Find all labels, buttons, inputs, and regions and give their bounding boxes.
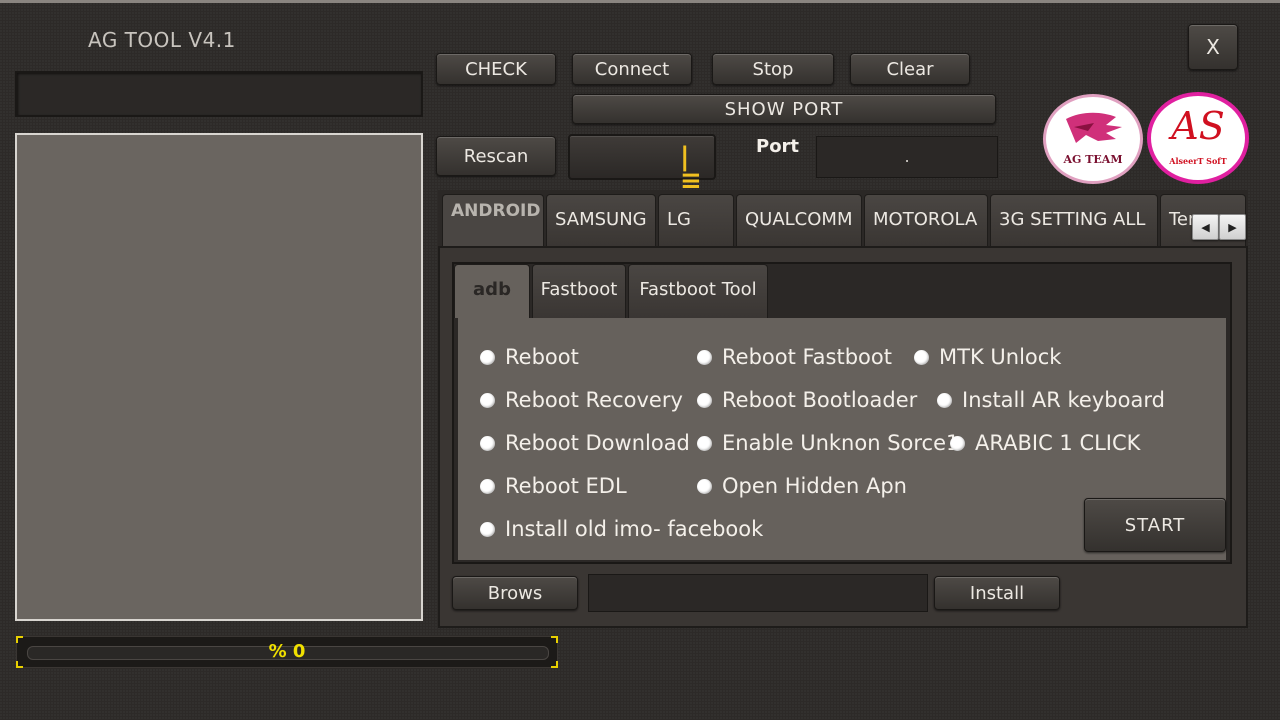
radio-icon xyxy=(480,435,495,451)
eagle-icon xyxy=(1066,112,1122,143)
start-button[interactable]: START xyxy=(1084,498,1226,552)
subtab-fastboot-tool[interactable]: Fastboot Tool xyxy=(628,264,768,318)
option-label: Reboot Recovery xyxy=(505,388,683,412)
option-open-hidden-apn[interactable]: Open Hidden Apn xyxy=(697,474,907,498)
rescan-button[interactable]: Rescan xyxy=(436,136,556,176)
progress-label: % 0 xyxy=(268,641,306,662)
stop-button[interactable]: Stop xyxy=(712,53,834,85)
ag-team-logo: AG TEAM xyxy=(1043,94,1143,184)
radio-icon xyxy=(914,349,929,365)
tab-samsung[interactable]: SAMSUNG xyxy=(546,194,656,246)
option-enable-unknown-source[interactable]: Enable Unknon Sorce1 xyxy=(697,431,959,455)
tab-qualcomm[interactable]: QUALCOMM xyxy=(736,194,862,246)
as-logo: AS AlseerT SofT xyxy=(1147,92,1249,184)
option-label: Reboot Bootloader xyxy=(722,388,918,412)
check-button[interactable]: CHECK xyxy=(436,53,556,85)
progress-corner xyxy=(16,661,23,668)
install-button[interactable]: Install xyxy=(934,576,1060,610)
radio-icon xyxy=(697,435,712,451)
progress-bar: % 0 xyxy=(16,636,558,668)
radio-icon xyxy=(480,392,495,408)
close-button[interactable]: X xyxy=(1188,24,1238,70)
subtab-adb[interactable]: adb xyxy=(454,264,530,318)
radio-icon xyxy=(697,478,712,494)
option-arabic-1-click[interactable]: ARABIC 1 CLICK xyxy=(950,431,1140,455)
option-label: ARABIC 1 CLICK xyxy=(975,431,1141,455)
radio-icon xyxy=(480,349,495,365)
port-dropdown[interactable]: |≡ xyxy=(568,134,716,196)
radio-icon xyxy=(697,392,712,408)
radio-icon xyxy=(950,435,965,451)
radio-icon xyxy=(480,521,495,537)
tab-scroll-buttons: ◀ ▶ xyxy=(1192,214,1246,240)
option-reboot-download[interactable]: Reboot Download xyxy=(480,431,690,455)
option-label: Install AR keyboard xyxy=(962,388,1165,412)
device-info-field xyxy=(15,71,423,117)
option-label: Reboot Download xyxy=(505,431,690,455)
option-reboot-bootloader[interactable]: Reboot Bootloader xyxy=(697,388,917,412)
option-label: Open Hidden Apn xyxy=(722,474,907,498)
scroll-left-icon[interactable]: ◀ xyxy=(1192,214,1219,240)
option-install-ar-keyboard[interactable]: Install AR keyboard xyxy=(937,388,1165,412)
option-label: Install old imo- facebook xyxy=(505,517,764,541)
radio-icon xyxy=(480,478,495,494)
radio-icon xyxy=(937,392,952,408)
tab-3g-setting-all[interactable]: 3G SETTING ALL xyxy=(990,194,1158,246)
option-label: MTK Unlock xyxy=(939,345,1062,369)
clear-button[interactable]: Clear xyxy=(850,53,970,85)
brows-button[interactable]: Brows xyxy=(452,576,578,610)
as-logo-subtext: AlseerT SofT xyxy=(1169,156,1227,166)
option-reboot[interactable]: Reboot xyxy=(480,345,579,369)
window-top-border xyxy=(0,0,1280,3)
progress-corner xyxy=(551,661,558,668)
option-reboot-edl[interactable]: Reboot EDL xyxy=(480,474,627,498)
menu-icon: |≡ xyxy=(680,142,702,196)
option-label: Reboot xyxy=(505,345,579,369)
show-port-button[interactable]: SHOW PORT xyxy=(572,94,996,124)
option-label: Reboot EDL xyxy=(505,474,627,498)
tab-lg[interactable]: LG xyxy=(658,194,734,246)
as-logo-text: AS xyxy=(1171,104,1225,148)
port-label: Port xyxy=(756,136,800,157)
ag-team-logo-text: AG TEAM xyxy=(1063,153,1123,166)
option-install-old-imo-facebook[interactable]: Install old imo- facebook xyxy=(480,517,763,541)
option-label: Enable Unknon Sorce1 xyxy=(722,431,960,455)
tab-motorola[interactable]: MOTOROLA xyxy=(864,194,988,246)
radio-icon xyxy=(697,349,712,365)
subtab-fastboot[interactable]: Fastboot xyxy=(532,264,626,318)
log-panel[interactable] xyxy=(15,133,423,621)
option-mtk-unlock[interactable]: MTK Unlock xyxy=(914,345,1061,369)
option-reboot-recovery[interactable]: Reboot Recovery xyxy=(480,388,683,412)
scroll-right-icon[interactable]: ▶ xyxy=(1219,214,1246,240)
port-value: . xyxy=(816,136,998,178)
app-title: AG TOOL V4.1 xyxy=(88,28,236,52)
option-reboot-fastboot[interactable]: Reboot Fastboot xyxy=(697,345,892,369)
connect-button[interactable]: Connect xyxy=(572,53,692,85)
tab-android[interactable]: ANDROID xyxy=(442,194,544,246)
option-label: Reboot Fastboot xyxy=(722,345,892,369)
file-path-field[interactable] xyxy=(588,574,928,612)
